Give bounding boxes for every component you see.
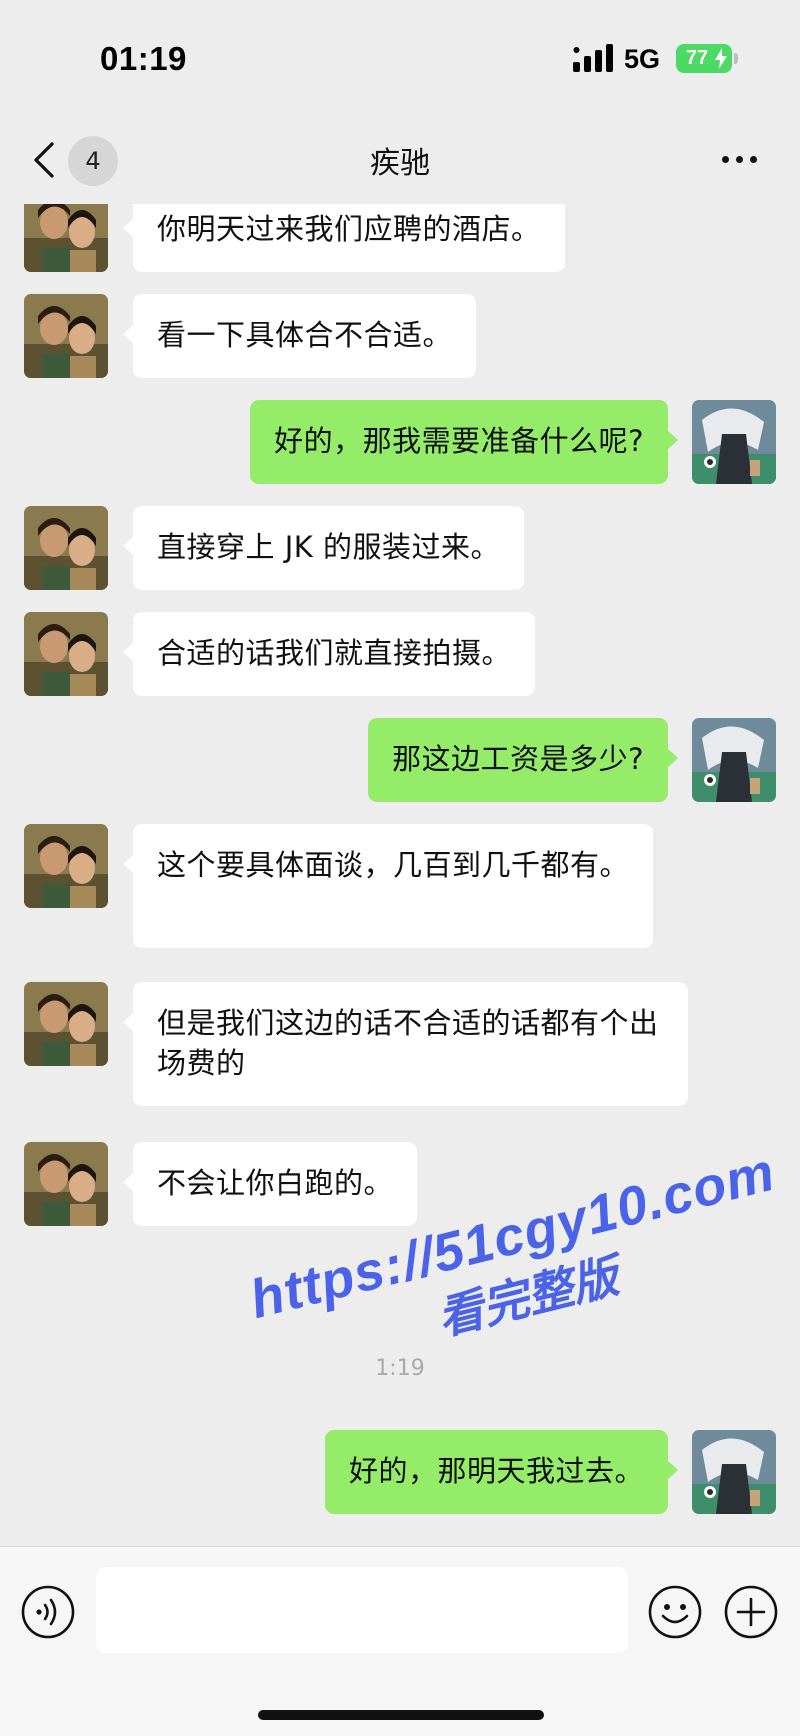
contact-avatar[interactable] (24, 294, 108, 378)
unread-count-badge: 4 (68, 136, 118, 186)
my-avatar[interactable] (692, 400, 776, 484)
incoming-message-bubble[interactable]: 合适的话我们就直接拍摄。 (122, 612, 536, 696)
more-dot-icon (722, 156, 729, 163)
incoming-message-bubble[interactable]: 看一下具体合不合适。 (122, 294, 477, 378)
plus-icon[interactable] (723, 1584, 779, 1640)
more-dot-icon (736, 156, 743, 163)
more-dot-icon (750, 156, 757, 163)
outgoing-message-bubble[interactable]: 好的，那明天我过去。 (324, 1430, 679, 1514)
outgoing-message-bubble[interactable]: 那这边工资是多少? (368, 718, 678, 802)
voice-icon[interactable] (20, 1584, 76, 1640)
network-label: 5G (624, 44, 661, 74)
incoming-message-bubble[interactable]: 不会让你白跑的。 (122, 1142, 418, 1226)
chat-title: 疾驰 (370, 146, 430, 181)
more-options-button[interactable] (710, 140, 770, 180)
status-time: 01:19 (100, 40, 187, 77)
input-bar (0, 1546, 800, 1736)
my-avatar[interactable] (692, 1430, 776, 1514)
emoji-icon[interactable] (647, 1584, 703, 1640)
outgoing-message-bubble[interactable]: 好的，那我需要准备什么呢? (250, 400, 678, 484)
my-avatar[interactable] (692, 718, 776, 802)
contact-avatar[interactable] (24, 612, 108, 696)
battery-level: 77 (685, 47, 709, 69)
contact-avatar[interactable] (24, 204, 108, 272)
contact-avatar[interactable] (24, 982, 108, 1066)
signal-icon (573, 44, 613, 72)
incoming-message-bubble[interactable]: 这个要具体面谈，几百到几千都有。 (123, 824, 653, 948)
contact-avatar[interactable] (24, 506, 108, 590)
timestamp-divider: 1:19 (375, 1356, 425, 1381)
contact-avatar[interactable] (24, 824, 108, 908)
charging-bolt-icon (715, 48, 727, 69)
chevron-left-icon (34, 142, 54, 178)
message-list[interactable]: 你明天过来我们应聘的酒店。 看一下具体合不合适。 好的，那我需要准备什么呢? 直… (0, 204, 800, 1546)
contact-avatar[interactable] (24, 1142, 108, 1226)
incoming-message-bubble[interactable]: 你明天过来我们应聘的酒店。 (123, 204, 565, 272)
home-indicator (258, 1710, 544, 1720)
back-button[interactable]: 4 (26, 132, 126, 188)
incoming-message-bubble[interactable]: 但是我们这边的话不合适的话都有个出场费的 (123, 982, 688, 1106)
status-bar: 01:19 5G 77 (0, 0, 800, 118)
message-input[interactable] (96, 1567, 628, 1653)
battery-cap (734, 53, 738, 64)
battery-indicator: 77 (676, 44, 732, 73)
chat-header: 4 疾驰 (0, 118, 800, 204)
incoming-message-bubble[interactable]: 直接穿上 JK 的服装过来。 (122, 506, 525, 590)
